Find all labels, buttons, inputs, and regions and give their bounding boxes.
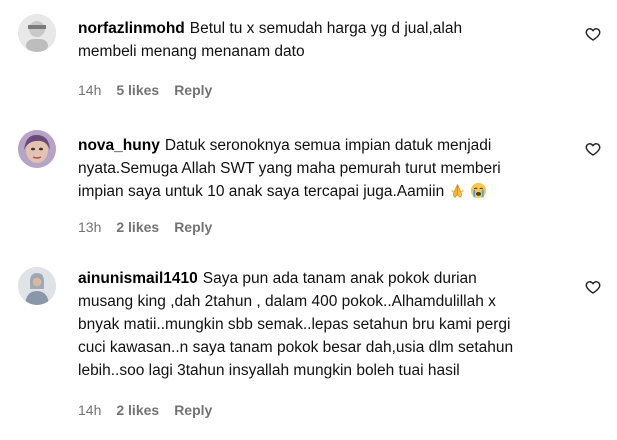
comment-username[interactable]: nova_huny: [78, 137, 160, 154]
comment-body-line: musang king ,dah 2tahun , dalam 400 poko…: [78, 293, 496, 310]
like-button[interactable]: [585, 279, 601, 295]
comment-time: 14h: [78, 402, 102, 418]
avatar-person-icon: [18, 130, 56, 168]
folded-hands-emoji: [450, 184, 464, 198]
crying-face-emoji: [470, 182, 486, 199]
comment-meta: 14h 5 likes Reply: [78, 82, 212, 98]
comment-username[interactable]: ainunismail1410: [78, 270, 198, 287]
comment-body-line: Datuk seronoknya semua impian datuk menj…: [164, 137, 492, 154]
like-button[interactable]: [585, 141, 601, 157]
comment-text: norfazlinmohd Betul tu x semudah harga yg…: [78, 17, 556, 63]
comment-body-line: bnyak matii..mungkin sbb semak..lepas se…: [78, 316, 511, 333]
reply-button[interactable]: Reply: [174, 82, 212, 98]
comment-body-line: Saya pun ada tanam anak pokok durian: [202, 270, 477, 287]
comment-body-line: lebih..soo lagi 3tahun insyallah mungkin…: [78, 362, 460, 379]
comment-body-line: cuci kawasan..n saya tanam pokok besar d…: [78, 339, 514, 356]
comment-body-line: nyata.Semuga Allah SWT yang maha pemurah…: [78, 160, 501, 177]
avatar-icon[interactable]: [18, 130, 56, 168]
avatar-person-icon: [18, 14, 56, 52]
comment-body-line: impian saya untuk 10 anak saya tercapai …: [78, 183, 445, 200]
comment-username[interactable]: norfazlinmohd: [78, 20, 185, 37]
comment-meta: 14h 2 likes Reply: [78, 402, 212, 418]
comment-likes[interactable]: 2 likes: [116, 402, 159, 418]
comment-body-line: membeli menang menanam dato: [78, 43, 305, 60]
comment-body-line: Betul tu x semudah harga yg d jual,alah: [189, 20, 463, 37]
reply-button[interactable]: Reply: [174, 402, 212, 418]
comment-time: 14h: [78, 82, 102, 98]
comment-meta: 13h 2 likes Reply: [78, 219, 212, 235]
comment-likes[interactable]: 2 likes: [116, 219, 159, 235]
heart-outline-icon: [585, 143, 601, 156]
comment-time: 13h: [78, 219, 102, 235]
comment-likes[interactable]: 5 likes: [116, 82, 159, 98]
avatar-person-icon: [18, 267, 56, 305]
like-button[interactable]: [585, 26, 601, 42]
heart-outline-icon: [585, 281, 601, 294]
avatar-icon[interactable]: [18, 267, 56, 305]
comment-text: ainunismail1410 Saya pun ada tanam anak p…: [78, 267, 556, 382]
comment-text: nova_huny Datuk seronoknya semua impian d…: [78, 134, 556, 203]
reply-button[interactable]: Reply: [174, 219, 212, 235]
avatar-icon[interactable]: [18, 14, 56, 52]
heart-outline-icon: [585, 28, 601, 41]
